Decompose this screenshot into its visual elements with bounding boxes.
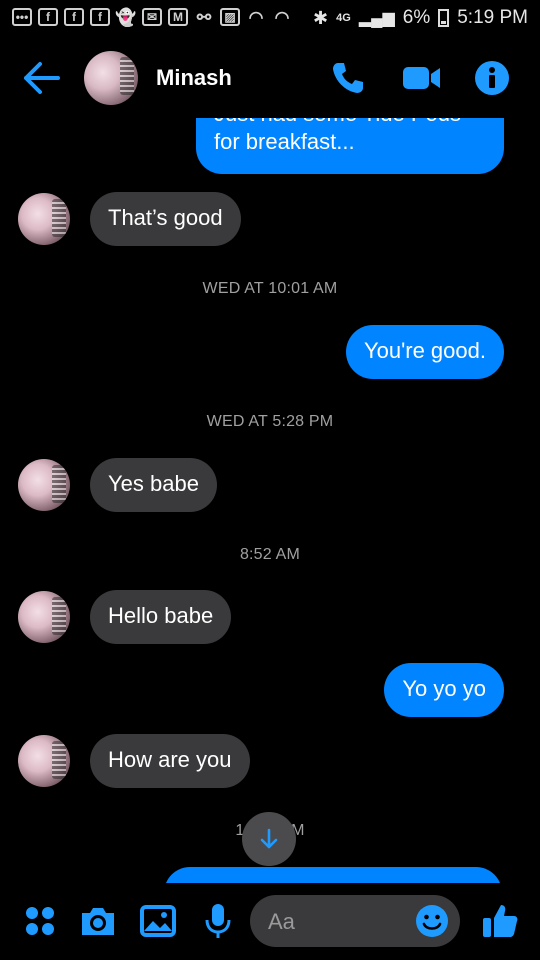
message-bubble-incoming[interactable]: Yes babe: [90, 458, 217, 512]
status-bar: ••• f f f 👻 ✉ M ⚯ ▨ ◠ ◠ ✱ 4G ▂▄▆ 6% 5:19…: [0, 0, 540, 38]
notification-icons: ••• f f f 👻 ✉ M ⚯ ▨ ◠ ◠: [12, 8, 292, 26]
sender-avatar[interactable]: [18, 193, 70, 245]
timestamp-divider: WED AT 10:01 AM: [202, 280, 338, 297]
facebook-icon: f: [64, 8, 84, 26]
message-bubble-incoming[interactable]: How are you: [90, 734, 250, 788]
wifi-icon: ◠: [274, 7, 290, 27]
sender-avatar[interactable]: [18, 591, 70, 643]
info-button[interactable]: [474, 60, 510, 96]
gmail-icon: M: [168, 8, 188, 26]
message-text: Yes babe: [108, 471, 199, 496]
wifi-icon: ◠: [248, 7, 264, 27]
more-notifications-icon: •••: [12, 8, 32, 26]
message-text: You're good.: [363, 338, 486, 363]
back-arrow-icon: [24, 62, 60, 94]
camera-button[interactable]: [78, 901, 118, 941]
message-bubble-outgoing[interactable]: You're good.: [345, 325, 504, 379]
snapchat-icon: 👻: [115, 7, 137, 27]
four-dots-icon: [26, 907, 54, 935]
system-icons: ✱ 4G ▂▄▆ 6% 5:19 PM: [313, 7, 528, 29]
voice-call-button[interactable]: [330, 60, 366, 96]
voice-message-button[interactable]: [198, 901, 238, 941]
message-list[interactable]: Just had some Tide Pods for breakfast...…: [0, 118, 540, 883]
message-bubble-outgoing[interactable]: Yo yo yo: [384, 663, 504, 717]
timestamp-divider: WED AT 5:28 PM: [206, 413, 334, 430]
battery-icon: [438, 9, 450, 27]
conversation-header: Minash: [0, 38, 540, 118]
message-text: That’s good: [108, 205, 223, 230]
gallery-button[interactable]: [138, 901, 178, 941]
back-button[interactable]: [22, 60, 62, 96]
emoji-button[interactable]: [414, 903, 450, 939]
arrow-down-icon: [260, 828, 278, 849]
contact-name[interactable]: Minash: [156, 65, 232, 91]
microphone-icon: [205, 904, 231, 938]
info-icon: [475, 61, 509, 95]
network-type: 4G: [336, 12, 351, 24]
thumbs-up-icon: [483, 905, 518, 937]
clock: 5:19 PM: [457, 7, 528, 28]
message-text: Yo yo yo: [402, 676, 486, 701]
image-icon: [140, 905, 176, 937]
sender-avatar[interactable]: [18, 459, 70, 511]
facebook-icon: f: [90, 8, 110, 26]
bluetooth-icon: ✱: [313, 7, 329, 28]
smiley-icon: [416, 905, 448, 937]
like-button[interactable]: [480, 901, 520, 941]
link-icon: ⚯: [196, 7, 212, 27]
message-bubble-incoming[interactable]: Hello babe: [90, 590, 232, 644]
message-input-container[interactable]: [250, 895, 460, 947]
image-icon: ▨: [220, 8, 240, 26]
video-call-button[interactable]: [402, 60, 442, 96]
message-input[interactable]: [266, 905, 410, 939]
message-text: Hello babe: [108, 603, 214, 628]
signal-icon: ▂▄▆: [358, 10, 395, 27]
more-actions-button[interactable]: [20, 901, 60, 941]
camera-icon: [82, 908, 114, 935]
message-composer: [0, 883, 540, 960]
mail-icon: ✉: [142, 8, 162, 26]
message-text: Just had some Tide Pods: [214, 118, 486, 128]
phone-icon: [333, 63, 363, 93]
message-bubble-outgoing[interactable]: Just had some Tide Pods for breakfast...: [196, 118, 504, 174]
contact-avatar[interactable]: [84, 51, 138, 105]
message-text: for breakfast...: [214, 129, 355, 154]
sender-avatar[interactable]: [18, 735, 70, 787]
scroll-to-bottom-button[interactable]: [242, 812, 296, 866]
message-text: How are you: [108, 747, 232, 772]
battery-percent: 6%: [402, 7, 431, 28]
facebook-icon: f: [38, 8, 58, 26]
message-bubble-incoming[interactable]: That’s good: [90, 192, 241, 246]
message-bubble-outgoing[interactable]: [164, 867, 502, 883]
video-camera-icon: [403, 67, 440, 89]
timestamp-divider: 8:52 AM: [239, 546, 301, 563]
